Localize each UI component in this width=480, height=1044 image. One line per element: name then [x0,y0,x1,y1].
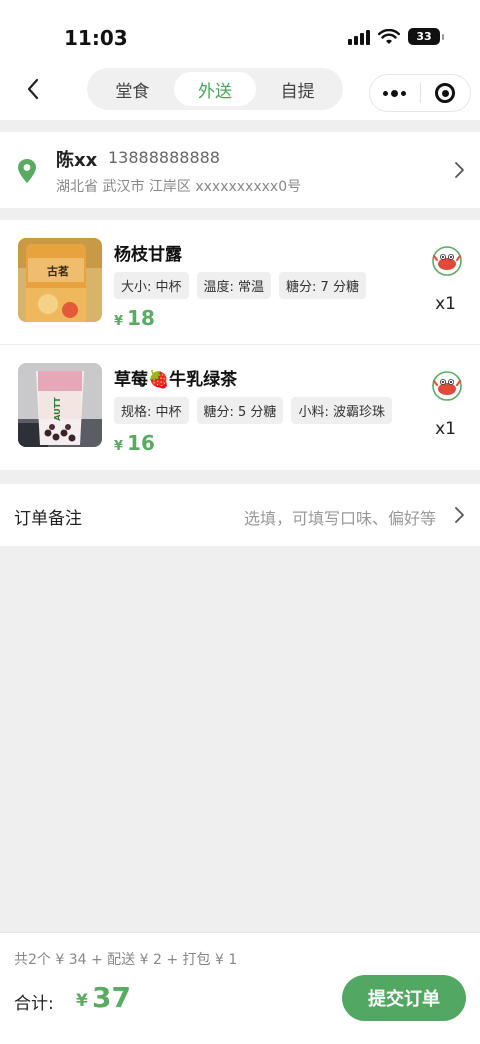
price-breakdown: 共2个 ¥ 34 + 配送 ¥ 2 + 打包 ¥ 1 [14,952,238,968]
item-tag: 温度: 常温 [196,272,272,299]
status-bar: 11:03 33 [0,0,480,66]
tab-pickup[interactable]: 自提 [256,72,339,106]
item-tags: 大小: 中杯 温度: 常温 糖分: 7 分糖 [114,272,366,299]
total-currency: ¥ [76,991,88,1011]
miniprogram-capsule [369,74,471,112]
item-tag: 大小: 中杯 [114,272,189,299]
delivery-address[interactable]: 陈xx 13888888888 湖北省 武汉市 江岸区 xxxxxxxxxx0号 [0,132,480,208]
price-value: 18 [127,306,155,330]
tab-dine-in[interactable]: 堂食 [91,72,174,106]
order-notes-placeholder: 选填，可填写口味、偏好等 [243,509,436,528]
item-tag: 糖分: 7 分糖 [279,272,366,299]
item-tags: 规格: 中杯 糖分: 5 分糖 小料: 波霸珍珠 [114,397,392,424]
item-price: ¥18 [114,306,155,330]
crab-mascot-icon [432,246,462,276]
item-quantity: x1 [435,294,456,314]
currency-symbol: ¥ [114,314,124,329]
close-miniprogram-button[interactable] [421,75,471,111]
back-button[interactable] [20,76,46,102]
item-price: ¥16 [114,431,155,455]
order-notes-label: 订单备注 [14,509,82,529]
checkout-footer: 共2个 ¥ 34 + 配送 ¥ 2 + 打包 ¥ 1 合计: ¥ 37 提交订单 [0,932,480,1044]
wifi-icon [378,28,400,44]
status-time: 11:03 [64,26,128,50]
recipient-phone: 13888888888 [108,148,220,167]
recipient-name: 陈xx [56,150,98,171]
submit-order-button[interactable]: 提交订单 [342,975,466,1021]
total-amount: 37 [92,981,131,1014]
chevron-right-icon [455,507,464,523]
product-image-mango: 古茗 [18,238,102,322]
battery-icon: 33 [408,28,444,45]
order-type-segment: 堂食 外送 自提 [87,68,343,110]
product-image-strawberry: AUTT [18,363,102,447]
more-button[interactable] [370,75,420,111]
item-tag: 小料: 波霸珍珠 [291,397,392,424]
location-pin-icon [18,159,36,183]
cup-logo-text: 古茗 [47,264,69,278]
item-tag: 规格: 中杯 [114,397,189,424]
chevron-right-icon [455,162,464,178]
price-value: 16 [127,431,155,455]
chevron-left-icon [27,78,39,100]
nav-bar: 堂食 外送 自提 [0,66,480,120]
signal-icon [348,29,370,45]
tab-delivery[interactable]: 外送 [173,72,257,106]
list-item: AUTT 草莓🍓牛乳绿茶 规格: 中杯 糖分: 5 分糖 小料: 波霸珍珠 ¥1… [0,344,480,468]
order-items: 古茗 杨枝甘露 大小: 中杯 温度: 常温 糖分: 7 分糖 ¥18 x1 AU… [0,220,480,470]
status-icons: 33 [348,28,444,45]
currency-symbol: ¥ [114,439,124,454]
item-name: 杨枝甘露 [114,245,182,265]
target-icon [435,83,456,103]
crab-mascot-icon [432,371,462,401]
item-quantity: x1 [435,419,456,439]
cup-logo-text: AUTT [53,397,62,421]
address-detail: 湖北省 武汉市 江岸区 xxxxxxxxxx0号 [56,179,302,195]
item-tag: 糖分: 5 分糖 [196,397,284,424]
order-notes-row[interactable]: 订单备注 选填，可填写口味、偏好等 [0,484,480,546]
more-dots-icon [383,89,407,97]
list-item: 古茗 杨枝甘露 大小: 中杯 温度: 常温 糖分: 7 分糖 ¥18 x1 [0,220,480,344]
total-label: 合计: [14,994,54,1014]
item-name: 草莓🍓牛乳绿茶 [114,370,238,390]
